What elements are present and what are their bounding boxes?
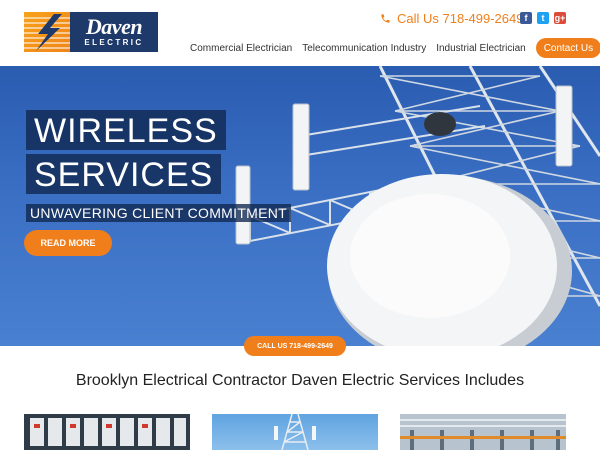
nav-item-telecommunication-industry[interactable]: Telecommunication Industry (302, 43, 426, 54)
hero-title-line-1: WIRELESS (26, 110, 226, 150)
google-plus-icon[interactable]: g+ (554, 12, 566, 24)
read-more-button[interactable]: READ MORE (24, 230, 112, 256)
facebook-icon[interactable]: f (520, 12, 532, 24)
phone-label: Call Us 718-499-2649 (397, 11, 524, 26)
service-image-electrical-panel[interactable] (24, 414, 190, 450)
hero-subtitle: UNWAVERING CLIENT COMMITMENT (26, 204, 292, 222)
site-header: Daven ELECTRIC Call Us 718-499-2649 f t … (0, 0, 600, 66)
logo-name: Daven (85, 14, 143, 39)
logo-lightning-icon (24, 12, 70, 52)
logo-sub: ELECTRIC (84, 38, 144, 47)
call-us-button[interactable]: CALL US 718-499-2649 (244, 336, 346, 356)
twitter-icon[interactable]: t (537, 12, 549, 24)
phone-icon (380, 13, 391, 24)
social-links: f t g+ (520, 12, 566, 24)
logo[interactable]: Daven ELECTRIC (24, 12, 158, 52)
hero-banner: WIRELESS SERVICES UNWAVERING CLIENT COMM… (0, 66, 600, 346)
service-image-cell-tower[interactable] (212, 414, 378, 450)
service-image-industrial-facility[interactable] (400, 414, 566, 450)
contact-us-button[interactable]: Contact Us (535, 38, 600, 58)
header-phone-link[interactable]: Call Us 718-499-2649 (380, 11, 523, 26)
main-nav: Commercial Electrician Telecommunication… (190, 38, 600, 58)
hero-title-line-2: SERVICES (26, 154, 222, 194)
nav-item-industrial-electrician[interactable]: Industrial Electrician (436, 43, 525, 54)
logo-wordmark: Daven ELECTRIC (70, 12, 158, 52)
services-heading: Brooklyn Electrical Contractor Daven Ele… (75, 372, 525, 389)
nav-item-commercial-electrician[interactable]: Commercial Electrician (190, 43, 292, 54)
